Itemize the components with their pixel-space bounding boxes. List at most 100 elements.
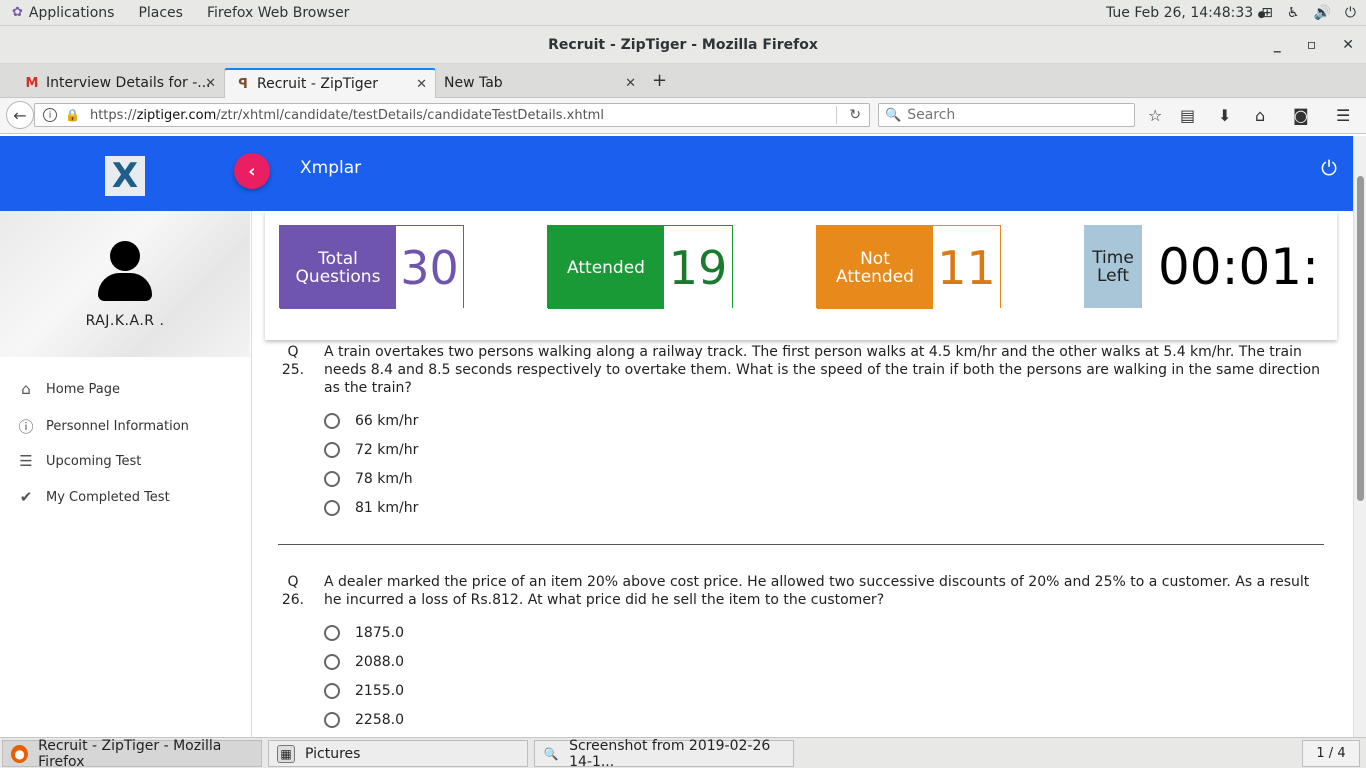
home-icon: ⌂ [21, 380, 31, 398]
avatar [98, 241, 152, 301]
stat-value: 19 [664, 226, 732, 309]
gmail-icon: M [25, 75, 39, 91]
pocket-icon[interactable]: ◙ [1293, 106, 1309, 125]
page-scrollbar[interactable] [1353, 136, 1366, 737]
app-menu[interactable]: Firefox Web Browser [207, 5, 350, 21]
answer-option[interactable]: 2088.0 [324, 654, 404, 670]
reload-icon[interactable]: ↻ [849, 107, 861, 123]
radio-button[interactable] [324, 500, 340, 516]
collapse-sidebar-button[interactable]: ‹ [234, 153, 270, 189]
radio-button[interactable] [324, 442, 340, 458]
search-bar[interactable]: 🔍 [878, 103, 1135, 127]
profile-card: RAJ.K.A.R . [0, 211, 250, 357]
library-icon[interactable]: ▤ [1180, 106, 1195, 125]
option-label: 66 km/hr [355, 413, 419, 429]
download-icon[interactable]: ⬇ [1218, 106, 1231, 125]
radio-button[interactable] [324, 625, 340, 641]
logo-letter: X [111, 156, 139, 196]
sidebar-item-upcoming-test[interactable]: ☰ Upcoming Test [16, 452, 141, 470]
url-bar[interactable]: i 🔒 https://ziptiger.com/ztr/xhtml/candi… [34, 103, 870, 127]
new-tab-icon[interactable]: + [652, 70, 667, 91]
username: RAJ.K.A.R . [85, 313, 165, 329]
answer-option[interactable]: 78 km/h [324, 471, 413, 487]
accessibility-icon[interactable]: ♿ [1287, 5, 1300, 21]
radio-button[interactable] [324, 683, 340, 699]
check-icon: ✔ [19, 488, 33, 506]
sidebar-item-home[interactable]: ⌂ Home Page [16, 380, 120, 398]
sidebar-item-label: Upcoming Test [46, 453, 142, 469]
taskbar-label: Pictures [305, 745, 361, 762]
tab-strip: M Interview Details for -... ✕ ꟼ Recruit… [0, 64, 1366, 98]
power-menu-icon[interactable]: ⏻ [1345, 5, 1356, 21]
navigation-toolbar: ← i 🔒 https://ziptiger.com/ztr/xhtml/can… [0, 98, 1366, 134]
info-icon[interactable]: i [43, 108, 57, 122]
applications-menu[interactable]: ✿ Applications [12, 5, 114, 21]
arrow-left-icon: ← [13, 105, 27, 125]
app-logo[interactable]: X [105, 156, 145, 196]
stat-label-line: Questions [295, 266, 381, 287]
lock-icon[interactable]: 🔒 [65, 108, 80, 122]
tab-label: New Tab [444, 75, 503, 91]
stat-not-attended: Not Attended 11 [816, 225, 1001, 309]
question-item: Q 26. A dealer marked the price of an ite… [278, 573, 1324, 737]
avatar-body [98, 273, 152, 301]
stat-label: Time Left [1084, 225, 1142, 308]
clock[interactable]: Tue Feb 26, 14:48:33 ● [1106, 5, 1266, 21]
radio-button[interactable] [324, 413, 340, 429]
option-label: 2088.0 [355, 654, 404, 670]
logout-power-icon[interactable]: ⏻ [1321, 156, 1337, 180]
answer-option[interactable]: 72 km/hr [324, 442, 418, 458]
answer-option[interactable]: 81 km/hr [324, 500, 418, 516]
places-label: Places [138, 4, 183, 21]
stat-label: Total Questions [280, 226, 396, 309]
stat-label-line: Left [1097, 265, 1129, 286]
url-prefix: https:// [89, 107, 137, 123]
volume-icon[interactable]: 🔊 [1313, 5, 1330, 21]
bookmark-star-icon[interactable]: ☆ [1148, 106, 1162, 125]
maximize-icon[interactable]: ▫ [1307, 37, 1317, 53]
stat-label-line: Total [318, 248, 358, 269]
answer-option[interactable]: 66 km/hr [324, 413, 418, 429]
answer-option[interactable]: 1875.0 [324, 625, 404, 641]
question-text: A train overtakes two persons walking al… [324, 344, 1320, 396]
answer-option[interactable]: 2258.0 [324, 712, 404, 728]
scrollbar-thumb[interactable] [1357, 176, 1364, 501]
tab-interview-details[interactable]: M Interview Details for -... ✕ [0, 68, 224, 98]
tab-recruit-ziptiger[interactable]: ꟼ Recruit - ZipTiger ✕ [224, 68, 436, 98]
option-label: 78 km/h [355, 471, 413, 487]
brand-name: Xmplar [300, 158, 362, 178]
radio-button[interactable] [324, 471, 340, 487]
question-number-value: 26. [281, 592, 305, 608]
taskbar-item-screenshot[interactable]: 🔍 Screenshot from 2019-02-26 14-1... [534, 738, 794, 768]
radio-button[interactable] [324, 654, 340, 670]
tab-new-tab[interactable]: New Tab ✕ [436, 68, 644, 98]
close-window-icon[interactable]: ✕ [1342, 37, 1354, 53]
home-icon[interactable]: ⌂ [1255, 106, 1265, 125]
minimize-icon[interactable]: _ [1274, 37, 1281, 53]
window-list-taskbar: ● Recruit - ZipTiger - Mozilla Firefox ▦… [0, 737, 1366, 768]
close-tab-icon[interactable]: ✕ [625, 76, 636, 91]
taskbar-item-firefox[interactable]: ● Recruit - ZipTiger - Mozilla Firefox [2, 738, 262, 768]
back-button[interactable]: ← [6, 101, 34, 129]
places-menu[interactable]: Places [138, 5, 183, 21]
tab-label: Interview Details for -... [46, 75, 211, 91]
hamburger-menu-icon[interactable]: ☰ [1336, 106, 1350, 125]
answer-option[interactable]: 2155.0 [324, 683, 404, 699]
close-tab-icon[interactable]: ✕ [416, 77, 427, 92]
window-title: Recruit - ZipTiger - Mozilla Firefox [548, 36, 818, 53]
question-text: A dealer marked the price of an item 20%… [324, 574, 1310, 608]
folder-icon: ▦ [277, 744, 295, 763]
search-input[interactable] [907, 107, 1118, 123]
sidebar-item-personnel-information[interactable]: ⓘ Personnel Information [16, 416, 189, 437]
radio-button[interactable] [324, 712, 340, 728]
network-icon[interactable]: ⊞ [1261, 5, 1273, 21]
workspace-pager[interactable]: 1 / 4 [1302, 740, 1360, 767]
avatar-head [110, 241, 140, 271]
stat-label: Attended [548, 226, 664, 309]
sidebar-item-my-completed-test[interactable]: ✔ My Completed Test [16, 488, 170, 506]
chevron-left-icon: ‹ [248, 160, 256, 182]
sidebar-item-label: Personnel Information [46, 419, 189, 434]
image-viewer-icon: 🔍 [543, 746, 559, 761]
taskbar-item-pictures[interactable]: ▦ Pictures [268, 740, 528, 767]
close-tab-icon[interactable]: ✕ [205, 76, 216, 91]
